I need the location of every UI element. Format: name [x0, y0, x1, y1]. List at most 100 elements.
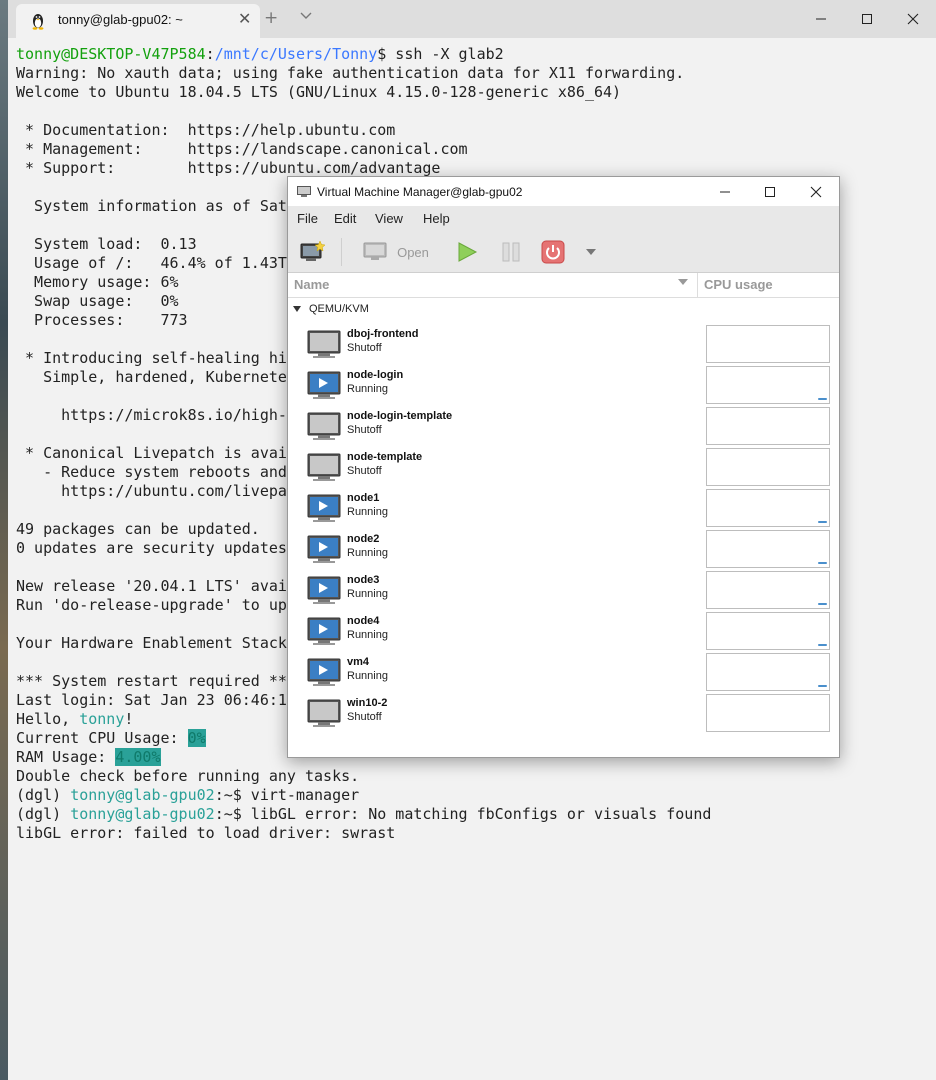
vmm-app-icon — [297, 186, 311, 197]
vm-name: node-login-template — [347, 410, 453, 422]
sort-arrow-icon[interactable] — [678, 279, 688, 285]
cpu-usage-graph — [706, 571, 830, 609]
vm-row[interactable]: node1 Running — [288, 488, 839, 529]
cpu-sparkline — [818, 398, 827, 400]
toolbar-separator — [341, 238, 342, 266]
terminal-line: tonny@DESKTOP-V47P584:/mnt/c/Users/Tonny… — [16, 45, 711, 64]
column-name[interactable]: Name — [294, 277, 329, 292]
menu-view[interactable]: View — [375, 211, 403, 226]
vm-row[interactable]: node-template Shutoff — [288, 447, 839, 488]
vm-row[interactable]: node4 Running — [288, 611, 839, 652]
vm-row[interactable]: node-login Running — [288, 365, 839, 406]
terminal-text-segment: (dgl) — [16, 805, 71, 823]
vm-status: Running — [347, 629, 388, 641]
terminal-text-segment: Current CPU Usage: — [16, 729, 188, 747]
terminal-text-segment: :~$ libGL error: No matching fbConfigs o… — [214, 805, 712, 823]
vm-running-icon — [307, 658, 341, 686]
menu-edit[interactable]: Edit — [334, 211, 356, 226]
column-cpu-usage[interactable]: CPU usage — [704, 277, 773, 292]
vmm-minimize-button[interactable] — [702, 177, 748, 206]
tab-dropdown-button[interactable] — [300, 6, 312, 26]
cpu-usage-graph — [706, 530, 830, 568]
vm-name: dboj-frontend — [347, 328, 419, 340]
desktop-background — [0, 0, 8, 1080]
cpu-sparkline — [818, 603, 827, 605]
vm-row[interactable]: node2 Running — [288, 529, 839, 570]
terminal-line: Welcome to Ubuntu 18.04.5 LTS (GNU/Linux… — [16, 83, 711, 102]
terminal-text-segment: ! — [124, 710, 134, 728]
menu-help[interactable]: Help — [423, 211, 450, 226]
terminal-text-segment: - Reduce system reboots and — [16, 463, 287, 481]
vm-status: Running — [347, 588, 388, 600]
vm-row[interactable]: win10-2 Shutoff — [288, 693, 839, 734]
shutdown-menu-button[interactable] — [582, 232, 600, 272]
terminal-text-segment: Your Hardware Enablement Stack — [16, 634, 287, 652]
monitor-icon — [363, 242, 387, 260]
terminal-line: libGL error: failed to load driver: swra… — [16, 824, 711, 843]
maximize-button[interactable] — [844, 4, 890, 34]
terminal-text-segment: * Support: https://ubuntu.com/advantage — [16, 159, 441, 177]
terminal-text-segment: * Management: https://landscape.canonica… — [16, 140, 468, 158]
terminal-text-segment: Last login: Sat Jan 23 06:46:1 — [16, 691, 287, 709]
vm-shutoff-icon — [307, 699, 341, 727]
terminal-text-segment: tonny@glab-gpu02 — [70, 786, 215, 804]
terminal-text-segment: tonny@glab-gpu02 — [70, 805, 215, 823]
chevron-down-icon — [300, 12, 312, 19]
terminal-text-segment: : — [205, 45, 215, 63]
run-button[interactable] — [452, 232, 482, 272]
new-vm-button[interactable] — [298, 232, 328, 272]
expand-arrow-icon[interactable] — [293, 306, 301, 313]
cpu-usage-graph — [706, 489, 830, 527]
vm-row[interactable]: dboj-frontend Shutoff — [288, 324, 839, 365]
terminal-text-segment: * Documentation: https://help.ubuntu.com — [16, 121, 396, 139]
vm-status: Running — [347, 670, 388, 682]
tab-close-icon[interactable]: ✕ — [238, 9, 251, 28]
minimize-button[interactable] — [798, 4, 844, 34]
terminal-text-segment: tonny — [79, 710, 125, 728]
new-tab-button[interactable]: + — [264, 8, 278, 28]
vmm-maximize-button[interactable] — [747, 177, 793, 206]
terminal-text-segment: $ ssh -X glab2 — [377, 45, 504, 63]
vm-name: vm4 — [347, 656, 370, 668]
terminal-text-segment: (dgl) — [16, 786, 71, 804]
play-icon — [458, 242, 478, 262]
terminal-text-segment: Warning: No xauth data; using fake authe… — [16, 64, 685, 82]
vm-row[interactable]: node-login-template Shutoff — [288, 406, 839, 447]
virt-manager-window: Virtual Machine Manager@glab-gpu02 File … — [287, 176, 840, 758]
vm-name: node1 — [347, 492, 380, 504]
vm-row[interactable]: node3 Running — [288, 570, 839, 611]
open-button[interactable]: Open — [356, 232, 436, 272]
vmm-menubar: File Edit View Help — [288, 206, 839, 232]
cpu-usage-graph — [706, 694, 830, 732]
close-icon — [810, 186, 822, 197]
shutdown-button[interactable] — [538, 232, 568, 272]
cpu-sparkline — [818, 644, 827, 646]
pause-button[interactable] — [496, 232, 526, 272]
pause-icon — [502, 242, 520, 262]
vm-row[interactable]: vm4 Running — [288, 652, 839, 693]
close-button[interactable] — [890, 4, 936, 34]
vmm-toolbar: Open — [288, 232, 839, 273]
terminal-text-segment: 0% — [187, 729, 206, 747]
terminal-text-segment: 0 updates are security updates — [16, 539, 287, 557]
cpu-sparkline — [818, 685, 827, 687]
vm-name: node2 — [347, 533, 380, 545]
terminal-line: Warning: No xauth data; using fake authe… — [16, 64, 711, 83]
cpu-sparkline — [818, 521, 827, 523]
terminal-text-segment: /mnt/c/Users/Tonny — [214, 45, 378, 63]
connection-group[interactable]: QEMU/KVM — [293, 303, 369, 315]
column-separator[interactable] — [697, 273, 698, 297]
terminal-text-segment: *** System restart required ** — [16, 672, 287, 690]
terminal-text-segment: Welcome to Ubuntu 18.04.5 LTS (GNU/Linux… — [16, 83, 622, 101]
cpu-usage-graph — [706, 407, 830, 445]
minimize-icon — [816, 18, 826, 20]
menu-file[interactable]: File — [297, 211, 318, 226]
vm-status: Running — [347, 383, 388, 395]
terminal-text-segment: libGL error: failed to load driver: swra… — [16, 824, 396, 842]
terminal-text-segment: Processes: 773 — [16, 311, 188, 329]
terminal-text-segment: * Canonical Livepatch is avai — [16, 444, 287, 462]
terminal-tab[interactable]: tonny@glab-gpu02: ~ ✕ — [16, 4, 260, 38]
maximize-icon — [862, 14, 872, 24]
vmm-close-button[interactable] — [793, 177, 839, 206]
